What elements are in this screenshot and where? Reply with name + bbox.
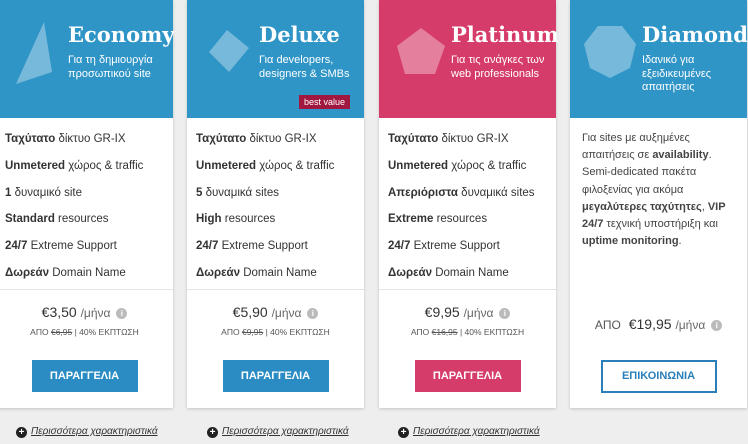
more-features-link[interactable]: + Περισσότερα χαρακτηριστικά bbox=[207, 426, 349, 438]
order-button[interactable]: ΠΑΡΑΓΓΕΛΙΑ bbox=[31, 360, 138, 392]
plus-icon: + bbox=[16, 427, 27, 438]
old-price: €16,95 bbox=[431, 327, 458, 337]
old-price: €9,95 bbox=[241, 327, 264, 337]
price-value: €3,50 bbox=[41, 304, 77, 320]
feature-item: Unmetered χώρος & traffic bbox=[5, 159, 144, 172]
plan-long-description: Για sites με αυξημένες απαιτήσεις σε ava… bbox=[582, 132, 726, 248]
contact-button[interactable]: ΕΠΙΚΟΙΝΩΝΙΑ bbox=[600, 360, 717, 393]
feature-item: Ταχύτατο δίκτυο GR-IX bbox=[5, 133, 126, 145]
info-icon[interactable]: i bbox=[307, 308, 319, 319]
triangle-icon bbox=[16, 22, 52, 84]
price-period: /μήνα bbox=[463, 306, 494, 320]
price: ΑΠΟ €19,95 /μήνα i bbox=[570, 316, 747, 332]
old-price-line: ΑΠΟ €6,95 | 40% ΕΚΠΤΩΣΗ bbox=[30, 327, 139, 337]
plan-name: Deluxe bbox=[259, 22, 340, 47]
feature-item: Ταχύτατο δίκτυο GR-IX bbox=[196, 133, 317, 145]
price: €3,50 /μήνα i bbox=[0, 304, 173, 320]
feature-list: Ταχύτατο δίκτυο GR-IX Unmetered χώρος & … bbox=[0, 118, 173, 293]
plan-name: Diamond bbox=[642, 22, 748, 47]
feature-item: 24/7 Extreme Support bbox=[5, 240, 117, 253]
price: €9,95 /μήνα i bbox=[379, 304, 556, 320]
plan-description: Για τη δημιουργία προσωπικού site bbox=[68, 54, 153, 80]
divider bbox=[0, 289, 173, 290]
feature-list: Ταχύτατο δίκτυο GR-IX Unmetered χώρος & … bbox=[379, 118, 556, 293]
plan-header: Economy Για τη δημιουργία προσωπικού sit… bbox=[0, 0, 175, 118]
feature-item: Standard resources bbox=[5, 213, 109, 226]
feature-item: Ταχύτατο δίκτυο GR-IX bbox=[388, 133, 509, 145]
feature-item: 24/7 Extreme Support bbox=[388, 240, 500, 253]
feature-list: Ταχύτατο δίκτυο GR-IX Unmetered χώρος & … bbox=[187, 118, 364, 293]
feature-item: 5 δυναμικά sites bbox=[196, 186, 279, 199]
more-features-link[interactable]: + Περισσότερα χαρακτηριστικά bbox=[16, 426, 158, 438]
plan-card-deluxe: Deluxe Για developers, designers & SMBs … bbox=[187, 0, 364, 408]
price-period: /μήνα bbox=[80, 306, 111, 320]
old-price-line: ΑΠΟ €9,95 | 40% ΕΚΠΤΩΣΗ bbox=[221, 327, 330, 337]
feature-item: 24/7 Extreme Support bbox=[196, 240, 308, 253]
info-icon[interactable]: i bbox=[499, 308, 511, 319]
plus-icon: + bbox=[207, 427, 218, 438]
plus-icon: + bbox=[398, 427, 409, 438]
info-icon[interactable]: i bbox=[711, 320, 723, 331]
plan-card-economy: Economy Για τη δημιουργία προσωπικού sit… bbox=[0, 0, 175, 408]
plan-description: Ιδανικό για εξειδικευμένες απαιτήσεις bbox=[642, 54, 712, 93]
plan-name: Platinum bbox=[451, 22, 559, 47]
info-icon[interactable]: i bbox=[116, 308, 128, 319]
pentagon-icon bbox=[397, 28, 445, 74]
plan-description: Για developers, designers & SMBs bbox=[259, 54, 350, 80]
polygon-icon bbox=[584, 26, 636, 78]
diamond-square-icon bbox=[209, 30, 249, 72]
divider bbox=[379, 289, 556, 290]
price-value: €9,95 bbox=[424, 304, 460, 320]
feature-item: Απεριόριστα δυναμικά sites bbox=[388, 186, 535, 199]
plan-header: Diamond Ιδανικό για εξειδικευμένες απαιτ… bbox=[570, 0, 748, 118]
feature-item: High resources bbox=[196, 213, 276, 226]
plan-header: Platinum Για τις ανάγκες των web profess… bbox=[379, 0, 559, 118]
price-value: €5,90 bbox=[232, 304, 268, 320]
order-button[interactable]: ΠΑΡΑΓΓΕΛΙΑ bbox=[222, 360, 329, 392]
feature-item: 1 δυναμικό site bbox=[5, 186, 82, 199]
plan-card-platinum: Platinum Για τις ανάγκες των web profess… bbox=[379, 0, 559, 408]
plan-description: Για τις ανάγκες των web professionals bbox=[451, 54, 545, 80]
price-value: €19,95 bbox=[628, 316, 672, 332]
best-value-badge: best value bbox=[298, 95, 350, 109]
plan-header: Deluxe Για developers, designers & SMBs … bbox=[187, 0, 364, 118]
price: €5,90 /μήνα i bbox=[187, 304, 364, 320]
feature-item: Unmetered χώρος & traffic bbox=[388, 159, 527, 172]
old-price-line: ΑΠΟ €16,95 | 40% ΕΚΠΤΩΣΗ bbox=[410, 327, 525, 337]
plan-card-diamond: Diamond Ιδανικό για εξειδικευμένες απαιτ… bbox=[570, 0, 748, 408]
old-price: €6,95 bbox=[50, 327, 73, 337]
price-period: /μήνα bbox=[271, 306, 302, 320]
feature-item: Extreme resources bbox=[388, 213, 488, 226]
feature-item: Unmetered χώρος & traffic bbox=[196, 159, 335, 172]
price-period: /μήνα bbox=[675, 318, 706, 332]
divider bbox=[187, 289, 364, 290]
plan-name: Economy bbox=[68, 22, 175, 47]
price-from: ΑΠΟ bbox=[594, 318, 621, 332]
more-features-link[interactable]: + Περισσότερα χαρακτηριστικά bbox=[398, 426, 540, 438]
order-button[interactable]: ΠΑΡΑΓΓΕΛΙΑ bbox=[414, 360, 521, 392]
